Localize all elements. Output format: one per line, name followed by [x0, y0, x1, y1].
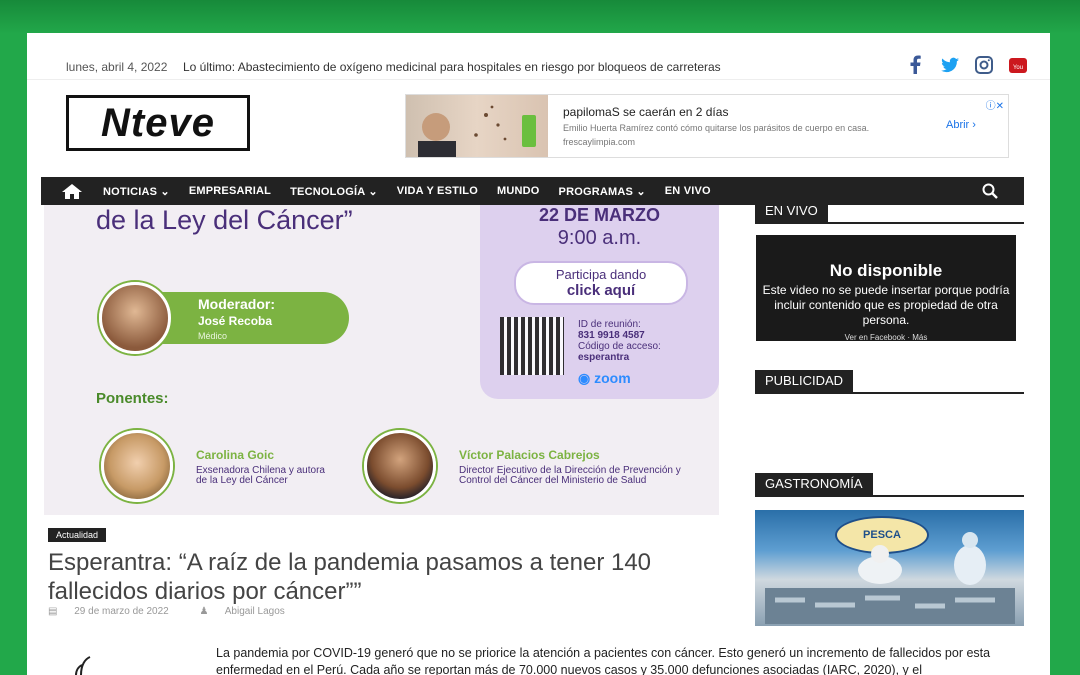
speaker1-role: Exsenadora Chilena y autora de la Ley de…	[196, 465, 325, 486]
meeting-id-label: ID de reunión:	[578, 319, 641, 330]
moderator-role: Médico	[198, 331, 228, 341]
article-body: La pandemia por COVID-19 generó que no s…	[216, 646, 991, 675]
access-code: esperantra	[578, 352, 630, 363]
calendar-icon: ▤	[48, 606, 58, 617]
sidebar-ads-heading: PUBLICIDAD	[755, 370, 1024, 394]
post-author-text: Abigail Lagos	[224, 606, 285, 617]
meeting-info: ID de reunión: 831 9918 4587 Código de a…	[578, 319, 661, 363]
post-author[interactable]: ♟ Abigail Lagos	[200, 606, 299, 617]
page: lunes, abril 4, 2022 Lo último: Abasteci…	[27, 33, 1050, 675]
zoom-logo: ◉ zoom	[578, 370, 631, 387]
featured-image[interactable]: de la Ley del Cáncer” 22 DE MARZO 9:00 a…	[44, 205, 719, 515]
article-meta: ▤ 29 de marzo de 2022 ♟ Abigail Lagos	[48, 606, 313, 617]
speaker2-name: Víctor Palacios Cabrejos	[459, 448, 600, 462]
video-facebook-link[interactable]: Ver en Facebook · Más	[756, 333, 1016, 342]
zoom-icon: ◉	[578, 370, 591, 386]
home-icon[interactable]	[61, 183, 87, 199]
instagram-icon[interactable]	[974, 55, 994, 75]
ad-image	[406, 95, 548, 157]
moderator-avatar	[99, 282, 171, 354]
gastronomy-image[interactable]: PESCA	[755, 510, 1024, 626]
chevron-down-icon: ⌄	[160, 185, 170, 198]
latest-text[interactable]: Abastecimiento de oxígeno medicinal para…	[238, 60, 721, 74]
post-date-text: 29 de marzo de 2022	[74, 606, 169, 617]
ad-title: papilomaS se caerán en 2 días	[563, 105, 729, 119]
access-code-label: Código de acceso:	[578, 341, 661, 352]
article-title[interactable]: Esperantra: “A raíz de la pandemia pasam…	[48, 548, 728, 606]
user-icon: ♟	[199, 606, 209, 617]
nav-label-programas: PROGRAMAS	[558, 185, 634, 198]
latest-label: Lo último:	[183, 60, 236, 74]
speakers-heading: Ponentes:	[96, 390, 169, 407]
ad-open-button[interactable]: Abrir ›	[946, 119, 976, 131]
meeting-id: 831 9918 4587	[578, 330, 645, 341]
facebook-icon[interactable]	[906, 55, 926, 75]
sidebar-gastronomy-title: GASTRONOMÍA	[755, 473, 873, 495]
sidebar-live-heading: EN VIVO	[755, 200, 1024, 224]
svg-text:You: You	[1013, 65, 1023, 71]
event-time: 9:00 a.m.	[557, 227, 642, 249]
social-links: You	[906, 55, 1028, 75]
hero-title: de la Ley del Cáncer”	[96, 205, 353, 235]
video-unavailable-text: Este video no se puede insertar porque p…	[762, 283, 1010, 327]
current-date: lunes, abril 4, 2022	[66, 60, 168, 74]
sidebar-ads-title: PUBLICIDAD	[755, 370, 854, 392]
participate-button[interactable]: Participa dando click aquí	[514, 261, 688, 305]
twitter-icon[interactable]	[940, 55, 960, 75]
ad-close-icon[interactable]: ⓘ✕	[986, 97, 1004, 112]
live-video-embed[interactable]: No disponible Este video no se puede ins…	[756, 235, 1016, 342]
event-date: 22 DE MARZO	[538, 205, 661, 225]
article-logo-icon	[64, 655, 104, 675]
post-date[interactable]: ▤ 29 de marzo de 2022	[48, 606, 183, 617]
latest-news[interactable]: Lo último: Abastecimiento de oxígeno med…	[183, 60, 721, 74]
ad-open-label: Abrir	[946, 119, 970, 131]
ad-site: frescaylimpia.com	[563, 137, 636, 147]
ad-banner[interactable]: papilomaS se caerán en 2 días Emilio Hue…	[405, 94, 1009, 158]
nav-item-programas[interactable]: PROGRAMAS ⌄	[559, 185, 646, 198]
speaker2-role: Director Ejecutivo de la Dirección de Pr…	[459, 465, 681, 486]
top-bar: lunes, abril 4, 2022 Lo último: Abasteci…	[27, 33, 1050, 80]
nav-item-noticias[interactable]: NOTICIAS ⌄	[103, 185, 170, 198]
video-unavailable-title: No disponible	[829, 261, 943, 280]
sidebar-gastronomy-heading: GASTRONOMÍA	[755, 473, 1024, 497]
nav-item-vida-y-estilo[interactable]: VIDA Y ESTILO	[397, 185, 478, 197]
nav-label-noticias: NOTICIAS	[103, 185, 158, 198]
event-panel: 22 DE MARZO 9:00 a.m. Participa dando cl…	[480, 205, 719, 399]
speaker1-name: Carolina Goic	[196, 448, 275, 462]
site-logo[interactable]: Nteve	[66, 95, 250, 151]
search-icon[interactable]	[982, 183, 998, 199]
nav-label-tecnologia: TECNOLOGÍA	[290, 185, 366, 198]
frame-shadow	[0, 0, 1080, 34]
moderator-label: Moderador:	[198, 296, 275, 312]
nav-item-mundo[interactable]: MUNDO	[497, 185, 540, 197]
moderator-name: José Recoba	[198, 314, 273, 328]
speaker2-avatar	[364, 430, 436, 502]
chevron-down-icon: ⌄	[636, 185, 646, 198]
chevron-right-icon: ›	[972, 119, 976, 131]
chevron-down-icon: ⌄	[368, 185, 378, 198]
youtube-icon[interactable]: You	[1008, 55, 1028, 75]
sidebar-live-title: EN VIVO	[755, 200, 828, 222]
qr-code-icon	[500, 317, 564, 375]
speaker1-avatar	[101, 430, 173, 502]
zoom-label: zoom	[594, 370, 631, 386]
nav-item-en-vivo[interactable]: EN VIVO	[665, 185, 711, 197]
ad-subtitle: Emilio Huerta Ramírez contó cómo quitars…	[563, 123, 870, 133]
nav-item-empresarial[interactable]: EMPRESARIAL	[189, 185, 271, 197]
click-label: click aquí	[566, 282, 636, 299]
category-badge[interactable]: Actualidad	[48, 528, 107, 542]
participate-label: Participa dando	[555, 267, 647, 282]
nav-item-tecnologia[interactable]: TECNOLOGÍA ⌄	[290, 185, 378, 198]
